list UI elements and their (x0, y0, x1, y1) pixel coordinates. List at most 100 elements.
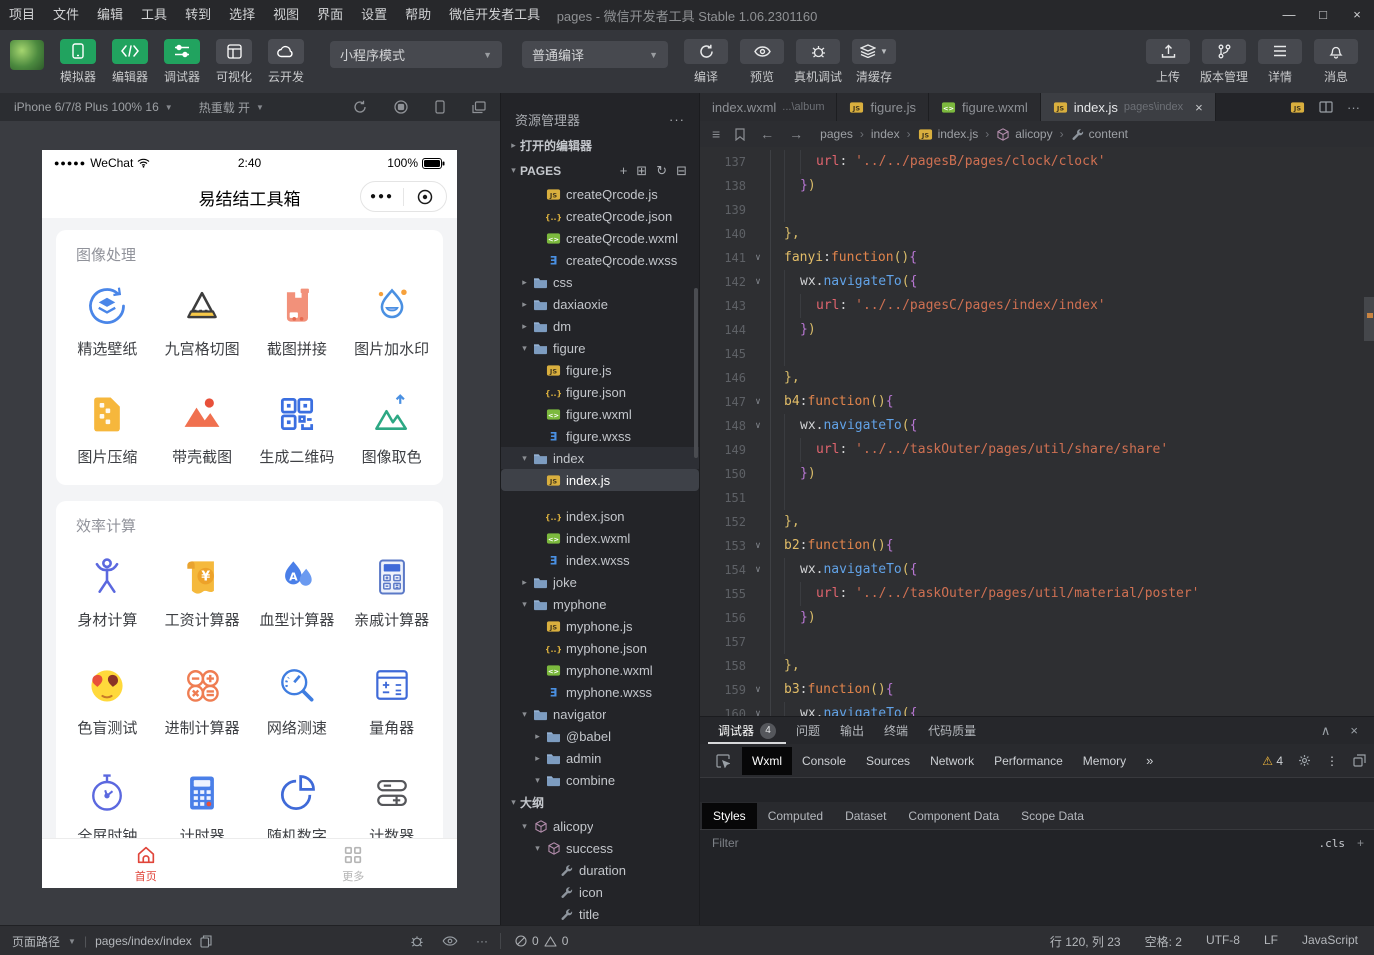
forward-icon[interactable]: → (789, 126, 803, 142)
close-button[interactable]: × (1340, 0, 1374, 30)
toolbar-simulator-button[interactable]: 模拟器 (54, 39, 102, 85)
editor-tab-figure.js[interactable]: JSfigure.js (837, 93, 929, 121)
tree-item-dm[interactable]: ▸dm (501, 315, 699, 337)
tree-item-title[interactable]: title (501, 903, 699, 925)
fold-icon[interactable]: ∨ (746, 534, 770, 558)
app-item[interactable]: 身材计算 (60, 538, 155, 646)
devtools-tab-Console[interactable]: Console (792, 747, 856, 775)
toolbar-version-button[interactable]: 版本管理 (1199, 39, 1249, 85)
breadcrumb-item-index[interactable]: index (871, 127, 900, 141)
back-icon[interactable]: ← (760, 126, 774, 142)
toolbar-compile-button[interactable]: 编译 (681, 39, 731, 85)
menu-item[interactable]: 帮助 (396, 0, 440, 30)
code-editor[interactable]: 137url: '../../pagesB/pages/clock/clock'… (700, 147, 1374, 716)
menu-item[interactable]: 文件 (44, 0, 88, 30)
breadcrumb-item-index.js[interactable]: JSindex.js (918, 127, 979, 142)
project-section[interactable]: ▾ PAGES + ⊞ ↻ ⊟ (501, 158, 699, 183)
tree-item-css[interactable]: ▸css (501, 271, 699, 293)
close-tab-icon[interactable]: × (1195, 100, 1203, 115)
statusbar-item[interactable]: JavaScript (1302, 933, 1358, 950)
app-item[interactable]: 图片加水印 (344, 267, 439, 375)
app-item[interactable]: 计数器 (344, 754, 439, 838)
fold-icon[interactable]: ∨ (746, 678, 770, 702)
statusbar-item[interactable]: UTF-8 (1206, 933, 1240, 950)
devtools-tab-Memory[interactable]: Memory (1073, 747, 1136, 775)
tree-item-createQrcode.js[interactable]: JScreateQrcode.js (501, 183, 699, 205)
fold-icon[interactable]: ∨ (746, 246, 770, 270)
menu-item[interactable]: 转到 (176, 0, 220, 30)
toolbar-debugger-button[interactable]: 调试器 (158, 39, 206, 85)
cls-button[interactable]: .cls (1318, 837, 1345, 850)
tree-item-myphone.json[interactable]: {..}myphone.json (501, 637, 699, 659)
tree-item-index.json[interactable]: {..}index.json (501, 505, 699, 527)
menu-item[interactable]: 视图 (264, 0, 308, 30)
js-file-icon[interactable]: JS (1290, 100, 1305, 115)
toolbar-device-debug-button[interactable]: 真机调试 (793, 39, 843, 85)
tab-home[interactable]: 首页 (42, 839, 250, 888)
inspector-tab-scope-data[interactable]: Scope Data (1010, 803, 1095, 829)
kebab-menu-icon[interactable]: ⋮ (1326, 754, 1338, 768)
app-item[interactable]: 网络测速 (250, 646, 345, 754)
hot-reload-toggle[interactable]: 热重载 开 (199, 99, 250, 116)
eye-icon[interactable] (442, 936, 458, 946)
tree-item-index.js[interactable]: JSindex.js (501, 469, 699, 491)
tree-item-figure.wxss[interactable]: Ǝfigure.wxss (501, 425, 699, 447)
more-tabs-icon[interactable]: » (1136, 753, 1163, 768)
app-item[interactable]: 计时器 (155, 754, 250, 838)
menu-item[interactable]: 微信开发者工具 (440, 0, 549, 30)
app-item[interactable]: 九宫格切图 (155, 267, 250, 375)
inspector-tab-dataset[interactable]: Dataset (834, 803, 897, 829)
tree-item-joke[interactable]: ▸joke (501, 571, 699, 593)
app-item[interactable]: 图片压缩 (60, 375, 155, 483)
debugger-panel-tab-输出[interactable]: 输出 (830, 717, 874, 744)
new-folder-icon[interactable]: ⊞ (636, 163, 647, 179)
copy-icon[interactable] (200, 935, 212, 948)
breadcrumb-item-content[interactable]: content (1071, 127, 1128, 141)
breadcrumb-item-pages[interactable]: pages (820, 127, 853, 141)
menu-item[interactable]: 编辑 (88, 0, 132, 30)
app-item[interactable]: ¥工资计算器 (155, 538, 250, 646)
outline-section[interactable]: ▾ 大纲 (501, 790, 699, 815)
editor-scrollbar[interactable] (1364, 297, 1374, 341)
fold-icon[interactable]: ∨ (746, 702, 770, 716)
new-file-icon[interactable]: + (620, 163, 628, 179)
breadcrumb-item-alicopy[interactable]: alicopy (996, 127, 1052, 142)
menu-item[interactable]: 工具 (132, 0, 176, 30)
filter-input[interactable] (710, 835, 1318, 851)
more-dots-icon[interactable]: ●●● (361, 191, 403, 202)
bug-icon[interactable] (410, 934, 424, 948)
fold-icon[interactable]: ∨ (746, 414, 770, 438)
fold-icon[interactable]: ∨ (746, 558, 770, 582)
tree-item-alicopy[interactable]: ▾alicopy (501, 815, 699, 837)
menu-item[interactable]: 界面 (308, 0, 352, 30)
record-icon[interactable] (394, 100, 408, 114)
devtools-tab-Network[interactable]: Network (920, 747, 984, 775)
tree-item-figure.json[interactable]: {..}figure.json (501, 381, 699, 403)
toolbar-upload-button[interactable]: 上传 (1143, 39, 1193, 85)
tree-item-icon[interactable]: icon (501, 881, 699, 903)
tree-item-combine[interactable]: ▾combine (501, 769, 699, 790)
outline-list-icon[interactable]: ≡ (712, 126, 720, 142)
editor-tab-index.wxml[interactable]: index.wxml...\album (700, 93, 837, 121)
tree-item-daxiaoxie[interactable]: ▸daxiaoxie (501, 293, 699, 315)
editor-tab-index.js[interactable]: JSindex.jspages\index× (1041, 93, 1216, 121)
collapse-all-icon[interactable]: ⊟ (676, 163, 687, 179)
device-select[interactable]: iPhone 6/7/8 Plus 100% 16 (14, 100, 159, 114)
inspector-tab-styles[interactable]: Styles (702, 803, 757, 829)
add-style-icon[interactable]: + (1357, 836, 1364, 850)
app-item[interactable]: 精选壁纸 (60, 267, 155, 375)
more-actions-icon[interactable]: ··· (1347, 100, 1360, 115)
tree-item-index.wxml[interactable]: <>index.wxml (501, 527, 699, 549)
editor-tab-figure.wxml[interactable]: <>figure.wxml (929, 93, 1041, 121)
tree-item-figure.js[interactable]: JSfigure.js (501, 359, 699, 381)
tree-item-createQrcode.wxss[interactable]: ƎcreateQrcode.wxss (501, 249, 699, 271)
tree-item-figure.wxml[interactable]: <>figure.wxml (501, 403, 699, 425)
tree-item-index[interactable]: ▾index (501, 447, 699, 469)
maximize-button[interactable]: □ (1306, 0, 1340, 30)
explorer-scrollbar[interactable] (694, 288, 698, 458)
tree-item-index.wxss[interactable]: Ǝindex.wxss (501, 549, 699, 571)
app-item[interactable]: 随机数字 (250, 754, 345, 838)
tree-item-figure[interactable]: ▾figure (501, 337, 699, 359)
debugger-panel-tab-调试器[interactable]: 调试器4 (708, 717, 786, 744)
tree-item-duration[interactable]: duration (501, 859, 699, 881)
